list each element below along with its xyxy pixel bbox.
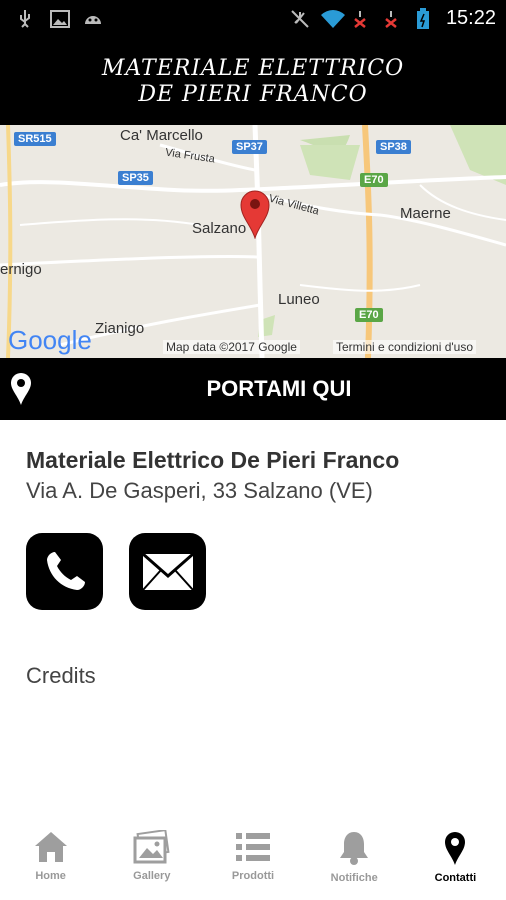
bell-icon: [340, 832, 369, 865]
credits-link[interactable]: Credits: [26, 663, 96, 689]
logo-line-1: MATERIALE ELETTRICO: [101, 55, 405, 81]
place-label: Luneo: [278, 291, 320, 308]
status-time: 15:22: [445, 7, 496, 29]
tab-label: Notifiche: [330, 872, 378, 884]
company-address: Via A. De Gasperi, 33 Salzano (VE): [26, 478, 373, 503]
battery-icon: [416, 8, 430, 30]
home-icon: [34, 832, 67, 862]
phone-icon: [46, 551, 85, 590]
company-name: Materiale Elettrico De Pieri Franco: [26, 447, 400, 473]
contact-info: Materiale Elettrico De Pieri Franco Via …: [26, 447, 399, 504]
road-label: E70: [355, 308, 383, 322]
place-label: Zianigo: [95, 320, 145, 337]
logo-line-2: DE PIERI FRANCO: [138, 81, 368, 107]
navigate-button[interactable]: PORTAMI QUI: [0, 358, 506, 420]
road-label: SR515: [14, 132, 56, 146]
call-button[interactable]: [26, 533, 103, 610]
road-label: SP37: [232, 140, 267, 154]
tab-gallery[interactable]: Gallery: [101, 820, 202, 900]
google-logo: Google: [8, 325, 92, 355]
tab-notifiche[interactable]: Notifiche: [304, 820, 405, 900]
tab-label: Home: [35, 870, 66, 882]
signal-off-icon: [352, 8, 368, 30]
signal-off-icon-2: [383, 8, 399, 30]
bottom-tab-bar: Home Gallery Prodotti Notifiche Contatti: [0, 820, 506, 900]
android-icon: [82, 8, 104, 30]
road-label: SP35: [118, 171, 153, 185]
map-marker-icon[interactable]: [239, 187, 271, 239]
image-icon: [50, 8, 70, 30]
road-label: SP38: [376, 140, 411, 154]
map-attribution: Map data ©2017 Google: [163, 340, 300, 354]
envelope-icon: [141, 552, 194, 591]
app-header: MATERIALE ELETTRICO DE PIERI FRANCO: [0, 38, 506, 125]
list-icon: [236, 833, 270, 861]
tab-contatti[interactable]: Contatti: [405, 820, 506, 900]
tab-prodotti[interactable]: Prodotti: [202, 820, 303, 900]
tab-label: Gallery: [133, 870, 171, 882]
status-bar: 15:22: [0, 0, 506, 38]
wifi-icon: [320, 8, 346, 30]
place-label: ernigo: [0, 261, 42, 278]
place-label: Maerne: [400, 205, 451, 222]
map-terms-link[interactable]: Termini e condizioni d'uso: [333, 340, 477, 354]
map-view[interactable]: SR515 SP37 SP38 SP35 E70 E70 Ca' Marcell…: [0, 125, 506, 358]
mute-icon: [290, 8, 310, 30]
tab-label: Prodotti: [231, 870, 275, 882]
map-roads: [0, 125, 506, 358]
road-label: E70: [360, 173, 388, 187]
tab-home[interactable]: Home: [0, 820, 101, 900]
navigate-button-label: PORTAMI QUI: [206, 376, 352, 401]
tab-label: Contatti: [434, 872, 477, 884]
gallery-icon: [133, 830, 170, 864]
pin-icon: [445, 832, 466, 865]
usb-icon: [16, 8, 34, 30]
place-label: Ca' Marcello: [120, 127, 203, 144]
email-button[interactable]: [129, 533, 206, 610]
